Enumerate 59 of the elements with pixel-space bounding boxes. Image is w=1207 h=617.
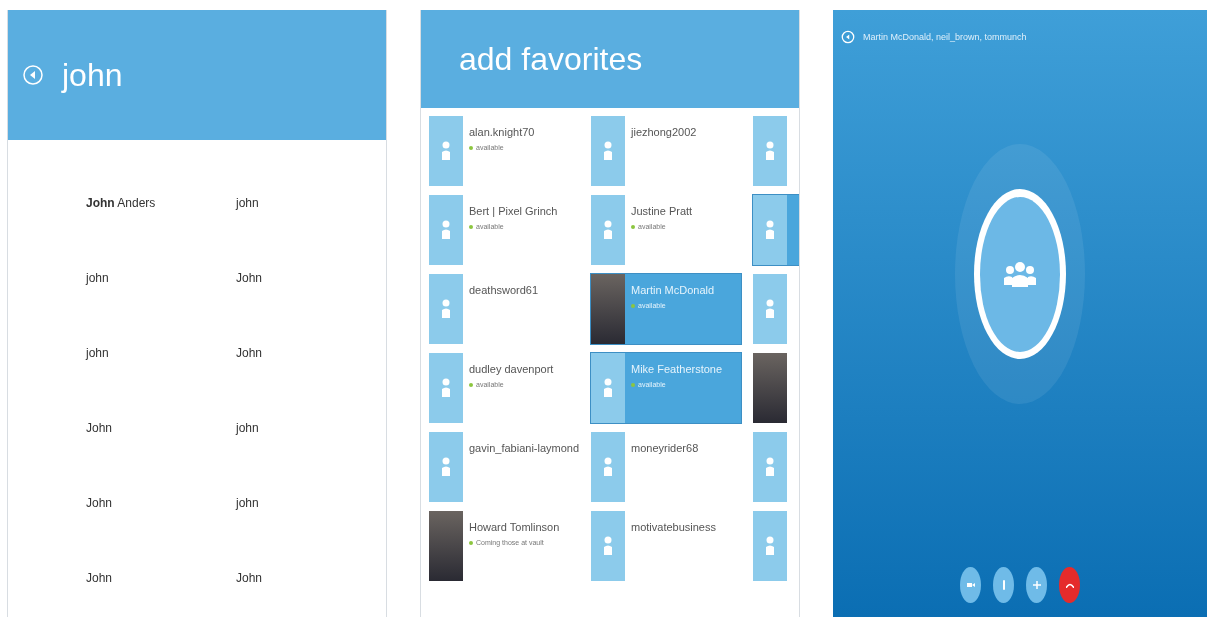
contact-tile[interactable]: moneyrider68 <box>591 432 741 502</box>
microphone-button[interactable] <box>993 567 1014 603</box>
add-button[interactable] <box>1026 567 1047 603</box>
back-icon[interactable] <box>22 64 44 86</box>
contact-tile[interactable]: motivatebusiness <box>591 511 741 581</box>
avatar-icon <box>591 116 625 186</box>
phone-icon <box>1065 582 1074 588</box>
contact-name[interactable]: john <box>236 421 386 448</box>
avatar-icon <box>591 511 625 581</box>
avatar-icon <box>753 195 787 265</box>
contact-name: Justine Pratt <box>631 205 693 217</box>
contact-name[interactable]: John Anders <box>86 196 236 223</box>
contact-name: Bert | Pixel Grinch <box>469 205 558 217</box>
contact-name: Mike Featherstone <box>631 363 723 375</box>
contact-name: deathsword61 <box>469 284 539 296</box>
contact-name[interactable]: John <box>86 421 236 448</box>
video-icon <box>966 581 975 589</box>
contact-name: jiezhong2002 <box>631 126 697 138</box>
contact-name[interactable]: john <box>236 196 386 223</box>
photo-placeholder <box>429 511 463 581</box>
avatar-icon <box>591 195 625 265</box>
avatar-icon <box>753 432 787 502</box>
back-icon[interactable] <box>841 30 855 44</box>
contact-tile[interactable]: jiezhong2002 <box>591 116 741 186</box>
hang-up-button[interactable] <box>1059 567 1080 603</box>
call-participants: Martin McDonald, neil_brown, tommunch <box>863 32 1027 42</box>
contact-name[interactable]: John <box>86 496 236 523</box>
photo-placeholder <box>753 353 787 423</box>
avatar-icon <box>753 274 787 344</box>
avatar-icon <box>429 432 463 502</box>
contact-name[interactable]: john <box>86 271 236 298</box>
contact-name[interactable]: John <box>236 346 386 373</box>
contact-name: gavin_fabiani-laymond <box>469 442 580 454</box>
video-button[interactable] <box>960 567 981 603</box>
contact-name: moneyrider68 <box>631 442 699 454</box>
avatar-icon <box>429 353 463 423</box>
page-title: add favorites <box>458 40 643 78</box>
contact-name: motivatebusiness <box>631 521 716 533</box>
contact-name: Howard Tomlinson <box>469 521 560 533</box>
avatar-icon <box>753 116 787 186</box>
photo-placeholder <box>591 274 625 344</box>
contact-tile[interactable]: deathsword61 <box>429 274 579 344</box>
contact-name[interactable]: John <box>86 571 236 598</box>
contact-tile[interactable]: gavin_fabiani-laymond <box>429 432 579 502</box>
plus-icon <box>1032 581 1041 589</box>
contact-name: Martin McDonald <box>631 284 715 296</box>
contact-name[interactable]: John <box>236 271 386 298</box>
avatar-icon <box>753 511 787 581</box>
avatar-icon <box>591 353 625 423</box>
avatar-icon <box>429 274 463 344</box>
search-title: john <box>62 56 123 94</box>
avatar-icon <box>591 432 625 502</box>
avatar-icon <box>429 195 463 265</box>
avatar-icon <box>429 116 463 186</box>
contact-name: alan.knight70 <box>469 126 535 138</box>
contact-name[interactable]: john <box>86 346 236 373</box>
contact-name: dudley davenport <box>469 363 554 375</box>
contact-name[interactable]: John <box>236 571 386 598</box>
contact-name[interactable]: john <box>236 496 386 523</box>
